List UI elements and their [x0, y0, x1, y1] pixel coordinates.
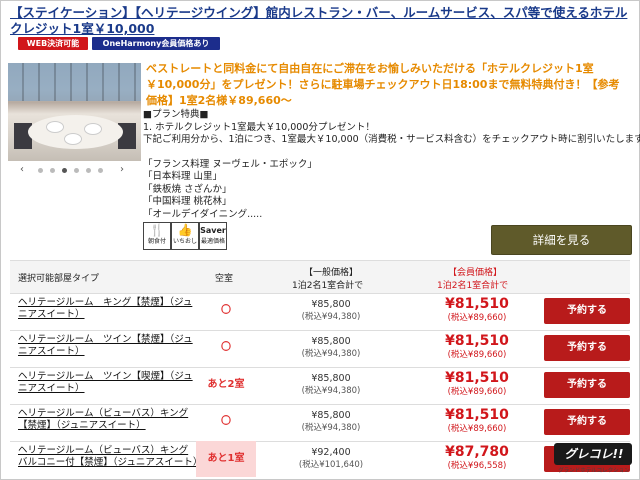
- standard-price: ¥85,800: [311, 410, 351, 421]
- restaurant-item: 「日本料理 山里」: [143, 171, 223, 182]
- vacancy-status: あと1室: [196, 441, 256, 477]
- room-type-link[interactable]: ヘリテージルーム（ビューバス）キング バルコニー付【禁煙】（ジュニアスイート）: [18, 445, 202, 469]
- plan-lead-text: ベストレートと同料金にて自由自在にご滞在をお愉しみいただける「ホテルクレジット1…: [146, 62, 620, 107]
- member-price-tax: (税込¥89,660): [447, 313, 507, 323]
- standard-price: ¥85,800: [311, 299, 351, 310]
- plan-benefit-heading: ■プラン特典■: [143, 109, 209, 120]
- photo-carousel-dots[interactable]: ‹ ›: [20, 164, 130, 175]
- room-type-link[interactable]: ヘリテージルーム キング【禁煙】（ジュニアスイート）: [18, 297, 198, 321]
- table-row: ヘリテージルーム ツイン【喫煙】（ジュニアスイート） あと2室 ¥85,800 (…: [10, 367, 630, 405]
- chevron-right-icon[interactable]: ›: [120, 164, 124, 175]
- plan-title[interactable]: 【ステイケーション】【ヘリテージウイング】館内レストラン・バー、ルームサービス、…: [10, 5, 630, 37]
- room-table-header: 選択可能部屋タイプ 空室 【一般価格】 1泊2名1室合計で 【会員価格】 1泊2…: [10, 260, 630, 294]
- hotel-room-photo[interactable]: [8, 63, 141, 161]
- vacancy-status: 〇: [221, 342, 231, 353]
- reserve-button[interactable]: 予約する: [544, 298, 630, 324]
- vacancy-header: 空室: [215, 274, 234, 284]
- recommend-icon: 👍 いちおし: [171, 222, 199, 250]
- vacancy-status: 〇: [221, 416, 231, 427]
- table-row: ヘリテージルーム（ビューバス）キング バルコニー付【禁煙】（ジュニアスイート） …: [10, 441, 630, 478]
- standard-price-tax: (税込¥94,380): [301, 312, 361, 322]
- restaurant-item: 「オールデイダイニング.....: [143, 208, 263, 220]
- restaurant-item: 「中国料理 桃花林」: [143, 196, 232, 207]
- member-price-tax: (税込¥89,660): [447, 424, 507, 434]
- member-price: ¥81,510: [445, 370, 509, 386]
- member-price: ¥81,510: [445, 407, 509, 423]
- member-price-tax: (税込¥89,660): [447, 350, 507, 360]
- member-price: ¥81,510: [445, 296, 509, 312]
- restaurant-item: 「フランス料理 ヌーヴェル・エポック」: [143, 158, 317, 170]
- table-row: ヘリテージルーム ツイン【禁煙】（ジュニアスイート） 〇 ¥85,800 (税込¥…: [10, 330, 630, 368]
- standard-price-header: 【一般価格】: [304, 268, 359, 278]
- member-price-subheader: 1泊2名1室合計で: [437, 281, 509, 291]
- reserve-button[interactable]: 予約する: [544, 409, 630, 435]
- view-details-button[interactable]: 詳細を見る: [491, 225, 632, 255]
- member-price-badge: OneHarmony会員価格あり: [92, 37, 220, 50]
- standard-price-subheader: 1泊2名1室合計で: [292, 281, 364, 291]
- vacancy-status: 〇: [221, 305, 231, 316]
- table-row: ヘリテージルーム キング【禁煙】（ジュニアスイート） 〇 ¥85,800 (税込¥…: [10, 293, 630, 331]
- standard-price: ¥85,800: [311, 336, 351, 347]
- vacancy-status: あと2室: [207, 379, 245, 390]
- web-payment-badge: WEB決済可能: [18, 37, 88, 50]
- reserve-button[interactable]: 予約する: [544, 335, 630, 361]
- plan-benefit-note: 下記ご利用分から、1泊につき、1室最大￥10,000（消費税・サービス料含む）を…: [143, 134, 640, 145]
- member-price-header: 【会員価格】: [448, 268, 503, 278]
- standard-price-tax: (税込¥94,380): [301, 386, 361, 396]
- grecolle-logo: グレコレ!! グランドホテルコレクション: [554, 441, 634, 475]
- room-type-link[interactable]: ヘリテージルーム ツイン【禁煙】（ジュニアスイート）: [18, 334, 198, 358]
- standard-price-tax: (税込¥94,380): [301, 349, 361, 359]
- standard-price-tax: (税込¥101,640): [298, 460, 364, 470]
- standard-price-tax: (税込¥94,380): [301, 423, 361, 433]
- member-price-tax: (税込¥96,558): [447, 461, 507, 471]
- chevron-left-icon[interactable]: ‹: [20, 164, 24, 175]
- restaurant-item: 「鉄板焼 さざんか」: [143, 183, 232, 195]
- member-price: ¥81,510: [445, 333, 509, 349]
- reserve-button[interactable]: 予約する: [544, 372, 630, 398]
- member-price-tax: (税込¥89,660): [447, 387, 507, 397]
- table-row: ヘリテージルーム（ビューバス）キング【禁煙】（ジュニアスイート） 〇 ¥85,8…: [10, 404, 630, 442]
- plan-description: ■プラン特典■ 1. ホテルクレジット1室最大￥10,000分プレゼント！ 下記…: [143, 109, 640, 221]
- standard-price: ¥92,400: [311, 447, 351, 458]
- plan-benefit-line: 1. ホテルクレジット1室最大￥10,000分プレゼント！: [143, 121, 375, 133]
- breakfast-icon: 🍴 朝食付: [143, 222, 171, 250]
- saver-icon: Saver 最適価格: [199, 222, 227, 250]
- standard-price: ¥85,800: [311, 373, 351, 384]
- room-type-header: 選択可能部屋タイプ: [18, 274, 100, 284]
- member-price: ¥87,780: [445, 444, 509, 460]
- room-type-link[interactable]: ヘリテージルーム ツイン【喫煙】（ジュニアスイート）: [18, 371, 198, 395]
- room-type-link[interactable]: ヘリテージルーム（ビューバス）キング【禁煙】（ジュニアスイート）: [18, 408, 198, 432]
